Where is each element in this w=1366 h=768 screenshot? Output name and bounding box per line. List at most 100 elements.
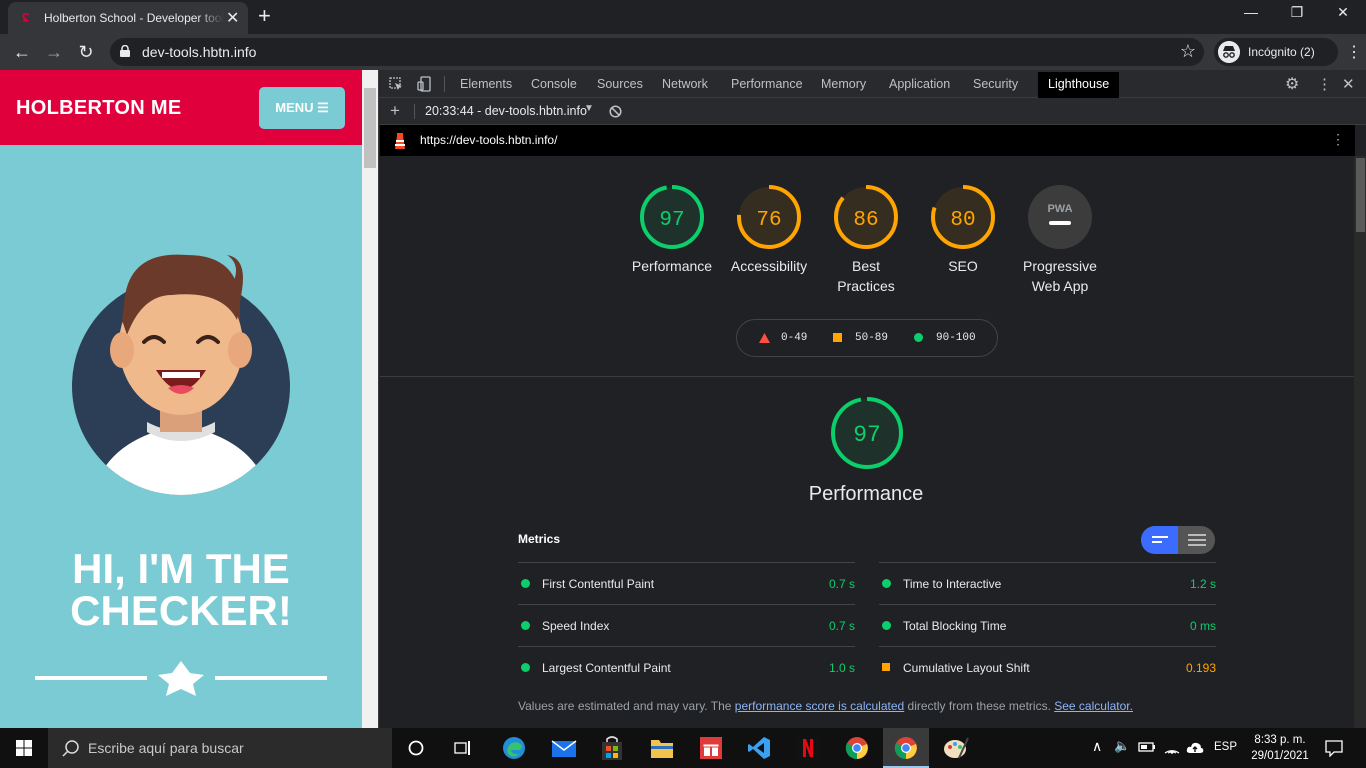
incognito-profile-button[interactable]: Incógnito (2) [1214, 38, 1338, 66]
metrics-view-toggle[interactable] [1141, 526, 1215, 554]
metric-value: 0.7 s [828, 577, 855, 591]
pass-status-icon [521, 663, 530, 672]
metric-speed-index[interactable]: Speed Index 0.7 s [518, 604, 855, 646]
forward-icon[interactable]: → [42, 41, 66, 63]
gauge-performance[interactable]: 97 Performance [622, 184, 722, 276]
chrome-menu-icon[interactable]: ⋮ [1346, 42, 1362, 62]
report-menu-icon[interactable]: ⋮ [1331, 131, 1345, 148]
see-calculator-link[interactable]: See calculator. [1054, 699, 1133, 713]
chevron-down-icon[interactable]: ▼ [584, 103, 594, 114]
tab-memory[interactable]: Memory [821, 77, 866, 91]
average-status-icon [882, 663, 890, 671]
bookmark-star-icon[interactable]: ☆ [1180, 41, 1196, 62]
address-bar[interactable]: dev-tools.hbtn.info ☆ [110, 38, 1204, 66]
metric-first-contentful-paint[interactable]: First Contentful Paint 0.7 s [518, 562, 855, 604]
chrome-active-icon [894, 737, 917, 760]
site-logo[interactable]: HOLBERTON ME [16, 97, 181, 120]
windows-start-icon[interactable] [16, 740, 32, 756]
page-scrollbar[interactable] [362, 70, 378, 728]
task-view-icon[interactable] [454, 739, 472, 757]
windows-taskbar: Escribe aquí para buscar ∧ 🔈 ESP 8:33 p.… [0, 728, 1366, 768]
reload-icon[interactable]: ↻ [74, 41, 98, 63]
expanded-view-icon[interactable] [1188, 534, 1206, 546]
browser-tab[interactable]: ʢ Holberton School - Developer tools ✕ [8, 2, 248, 34]
close-window-icon[interactable]: ✕ [1328, 4, 1358, 21]
close-tab-icon[interactable]: ✕ [226, 8, 239, 28]
gift-app-icon[interactable] [699, 736, 723, 760]
vscode-icon[interactable] [747, 736, 771, 760]
report-url[interactable]: https://dev-tools.hbtn.info/ [420, 133, 557, 147]
metric-total-blocking-time[interactable]: Total Blocking Time 0 ms [879, 604, 1216, 646]
gauge-pwa[interactable]: PWA Progressive Web App [1010, 184, 1110, 296]
paint-icon[interactable] [943, 736, 969, 760]
gauge-label: Best Practices [837, 258, 895, 294]
gauge-best-practices[interactable]: 86 Best Practices [816, 184, 916, 296]
new-report-icon[interactable]: + [390, 101, 400, 121]
devtools-panel: Elements Console Sources Network Perform… [378, 70, 1366, 728]
show-hidden-icons-icon[interactable]: ∧ [1092, 738, 1102, 755]
new-tab-icon[interactable]: + [258, 4, 271, 28]
netflix-icon[interactable] [796, 736, 820, 760]
metric-largest-contentful-paint[interactable]: Largest Contentful Paint 1.0 s [518, 646, 855, 688]
edge-icon[interactable] [502, 736, 526, 760]
notifications-icon[interactable] [1325, 739, 1343, 757]
back-icon[interactable]: ← [10, 41, 34, 63]
report-selector[interactable]: 20:33:44 - dev-tools.hbtn.info [425, 104, 587, 118]
taskbar-search-box[interactable]: Escribe aquí para buscar [48, 728, 392, 768]
page-scroll-thumb[interactable] [364, 88, 376, 168]
site-header: HOLBERTON ME MENU ☰ [0, 70, 362, 145]
report-scroll-thumb[interactable] [1356, 158, 1365, 232]
battery-icon[interactable] [1138, 741, 1156, 753]
legend-pass: 90-100 [936, 332, 976, 344]
tab-lighthouse[interactable]: Lighthouse [1038, 72, 1120, 98]
tab-console[interactable]: Console [531, 77, 577, 91]
gauge-accessibility[interactable]: 76 Accessibility [719, 184, 819, 276]
wifi-icon[interactable] [1164, 740, 1180, 754]
metric-cumulative-layout-shift[interactable]: Cumulative Layout Shift 0.193 [879, 646, 1216, 688]
site-menu-button[interactable]: MENU ☰ [259, 87, 345, 129]
gauge-seo[interactable]: 80 SEO [913, 184, 1013, 276]
cortana-icon[interactable] [408, 740, 424, 756]
restore-icon[interactable]: ❐ [1282, 4, 1312, 21]
chrome-icon[interactable] [845, 736, 869, 760]
settings-gear-icon[interactable]: ⚙ [1285, 74, 1299, 94]
devtools-menu-icon[interactable]: ⋮ [1317, 75, 1332, 93]
gauge-ring: 97 [640, 185, 704, 249]
mail-icon[interactable] [551, 737, 577, 759]
metric-name: Largest Contentful Paint [542, 661, 671, 675]
clock-date: 29/01/2021 [1251, 750, 1309, 762]
compact-view-icon [1152, 536, 1168, 543]
compact-view-button[interactable] [1141, 526, 1178, 554]
tab-security[interactable]: Security [973, 77, 1018, 91]
search-placeholder: Escribe aquí para buscar [88, 740, 244, 756]
inspect-element-icon[interactable] [389, 77, 403, 91]
close-devtools-icon[interactable]: ✕ [1342, 75, 1355, 93]
file-explorer-icon[interactable] [650, 737, 674, 759]
category-title: Performance [808, 483, 924, 505]
clear-reports-icon[interactable] [609, 105, 622, 118]
tab-performance[interactable]: Performance [731, 77, 803, 91]
tab-network[interactable]: Network [662, 77, 708, 91]
minimize-icon[interactable]: — [1236, 4, 1266, 20]
score-calculated-link[interactable]: performance score is calculated [735, 699, 904, 713]
metric-name: Cumulative Layout Shift [903, 661, 1030, 675]
onedrive-icon[interactable] [1186, 740, 1204, 754]
store-icon[interactable] [600, 735, 624, 761]
metric-value: 1.0 s [828, 661, 855, 675]
lighthouse-report-topbar: https://dev-tools.hbtn.info/ ⋮ [380, 125, 1355, 156]
tab-application[interactable]: Application [889, 77, 950, 91]
report-scrollbar[interactable] [1354, 156, 1366, 728]
volume-icon[interactable]: 🔈 [1114, 738, 1130, 754]
svg-text:97: 97 [853, 422, 881, 448]
taskbar-active-chrome[interactable] [883, 728, 929, 768]
tab-elements[interactable]: Elements [460, 77, 512, 91]
svg-text:97: 97 [659, 209, 684, 232]
tab-sources[interactable]: Sources [597, 77, 643, 91]
system-clock[interactable]: 8:33 p. m. 29/01/2021 [1240, 732, 1320, 764]
metric-value: 0 ms [1189, 619, 1216, 633]
metric-time-to-interactive[interactable]: Time to Interactive 1.2 s [879, 562, 1216, 604]
gauge-ring: 86 [834, 185, 898, 249]
language-indicator[interactable]: ESP [1214, 741, 1237, 753]
metric-value: 0.193 [1185, 661, 1216, 675]
device-toolbar-icon[interactable] [417, 76, 431, 92]
